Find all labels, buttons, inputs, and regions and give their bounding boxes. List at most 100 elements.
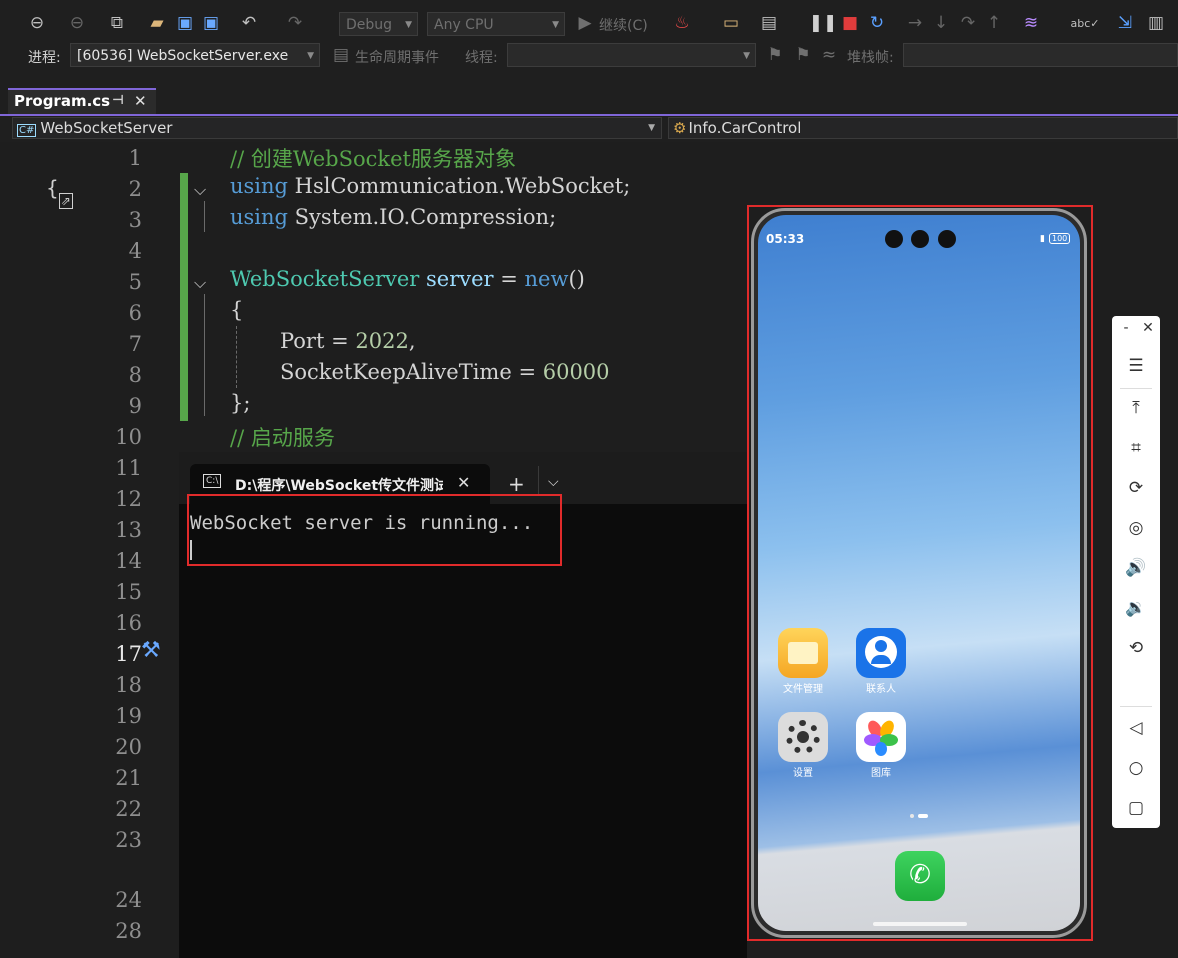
code-lens-icon[interactable]: {⇗ <box>46 176 73 209</box>
code-line-5[interactable]: WebSocketServer server = new() <box>230 267 585 291</box>
diagnostics-icon[interactable]: ≋ <box>1018 10 1044 36</box>
step-out-icon[interactable]: ↑ <box>981 10 1007 36</box>
chevron-down-icon[interactable]: ⌵ <box>548 474 559 490</box>
collapse-chevron-icon[interactable]: ⌵ <box>194 180 206 200</box>
flag-icon[interactable]: ⚑ <box>762 43 788 67</box>
code-line-2[interactable]: using HslCommunication.WebSocket; <box>230 174 630 198</box>
tab-program-cs[interactable]: Program.cs ⊣ ✕ <box>8 88 156 114</box>
code-line-10[interactable]: // 启动服务 <box>230 422 335 452</box>
hot-reload-icon[interactable]: ♨ <box>669 10 695 36</box>
feedback-icon[interactable]: ▥ <box>1143 10 1169 36</box>
open-folder-icon[interactable]: ▰ <box>144 10 170 36</box>
contacts-app-icon[interactable] <box>856 628 906 678</box>
divider <box>1120 706 1152 707</box>
process-label: 进程: <box>28 50 61 66</box>
line-number: 3 <box>128 208 142 232</box>
camera-cutout <box>938 230 956 248</box>
project-dropdown[interactable]: C# WebSocketServer ▼ <box>12 117 662 139</box>
play-icon[interactable]: ▶ <box>572 10 598 36</box>
rotate-icon[interactable]: ⟳ <box>1112 478 1160 498</box>
app-label: 联系人 <box>866 684 896 695</box>
line-number: 15 <box>115 580 142 604</box>
line-number: 2 <box>128 177 142 201</box>
new-tab-icon[interactable]: + <box>508 472 525 496</box>
stackframe-dropdown[interactable] <box>903 43 1178 67</box>
save-icon[interactable]: ▣ <box>172 10 198 36</box>
code-line-9[interactable]: }; <box>230 391 250 415</box>
line-number: 18 <box>115 673 142 697</box>
rotate-screen-icon[interactable]: ⟲ <box>1112 638 1160 658</box>
code-line-7[interactable]: Port = 2022, <box>280 329 416 353</box>
files-app-icon[interactable] <box>778 628 828 678</box>
screen-record-icon[interactable]: ◎ <box>1112 518 1160 538</box>
step-over-icon[interactable]: ↷ <box>955 10 981 36</box>
line-number: 11 <box>115 456 142 480</box>
continue-button[interactable]: 继续(C) <box>599 15 648 35</box>
member-dropdown[interactable]: ⚙ Info.CarControl <box>668 117 1178 139</box>
menu-icon[interactable]: ☰ <box>1112 356 1160 376</box>
lifecycle-dropdown[interactable]: 生命周期事件 <box>355 47 439 67</box>
line-number: 9 <box>128 394 142 418</box>
line-number: 22 <box>115 797 142 821</box>
csharp-icon: C# <box>17 124 37 137</box>
thread-label: 线程: <box>465 50 498 66</box>
divider <box>538 466 539 494</box>
phone-screen[interactable]: 05:33 ▮ 100 文件管理 联系人 设置 图库 ✆ <box>758 215 1080 931</box>
pin-top-icon[interactable]: ⤒ <box>1112 398 1160 418</box>
restart-icon[interactable]: ↻ <box>864 10 890 36</box>
config-dropdown[interactable]: Debug ▼ <box>339 12 418 36</box>
layout-icon[interactable]: ▤ <box>756 10 782 36</box>
close-icon[interactable]: ✕ <box>1124 320 1172 336</box>
close-tab-icon[interactable]: ✕ <box>134 90 147 112</box>
forward-icon[interactable]: ⊖ <box>64 10 90 36</box>
line-number: 6 <box>128 301 142 325</box>
line-number: 19 <box>115 704 142 728</box>
platform-dropdown[interactable]: Any CPU ▼ <box>427 12 565 36</box>
save-all-icon[interactable]: ▣ <box>198 10 224 36</box>
collapse-chevron-icon[interactable]: ⌵ <box>194 273 206 293</box>
camera-cutout <box>885 230 903 248</box>
process-dropdown[interactable]: [60536] WebSocketServer.exe ▼ <box>70 43 320 67</box>
folder-icon[interactable]: ▭ <box>718 10 744 36</box>
gallery-app-icon[interactable] <box>856 712 906 762</box>
live-share-icon[interactable]: ⇲ <box>1112 10 1138 36</box>
step-into-icon[interactable]: ↓ <box>928 10 954 36</box>
recents-nav-icon[interactable]: ▢ <box>1112 798 1160 818</box>
line-number: 24 <box>115 888 142 912</box>
home-nav-icon[interactable]: ○ <box>1112 758 1160 778</box>
redo-icon[interactable]: ↷ <box>282 10 308 36</box>
code-line-6[interactable]: { <box>230 298 243 322</box>
volume-up-icon[interactable]: 🔊 <box>1112 558 1160 578</box>
spell-check-icon[interactable]: abc✓ <box>1071 10 1100 36</box>
line-number: 21 <box>115 766 142 790</box>
code-line-1[interactable]: // 创建WebSocket服务器对象 <box>230 143 516 173</box>
class-icon: ⚙ <box>673 119 687 137</box>
phone-app-icon[interactable]: ✆ <box>895 851 945 901</box>
code-line-3[interactable]: using System.IO.Compression; <box>230 205 556 229</box>
code-line-8[interactable]: SocketKeepAliveTime = 60000 <box>280 360 610 384</box>
screwdriver-icon[interactable]: ⚒ <box>141 638 161 663</box>
thread-flag-icon[interactable]: ⚑ <box>790 43 816 67</box>
new-project-icon[interactable]: ⧉ <box>104 10 130 36</box>
status-time: 05:33 <box>766 232 805 246</box>
undo-icon[interactable]: ↶ <box>236 10 262 36</box>
show-next-statement-icon[interactable]: → <box>902 10 928 36</box>
back-icon[interactable]: ⊖ <box>24 10 50 36</box>
settings-app-icon[interactable] <box>778 712 828 762</box>
stop-icon[interactable]: ■ <box>837 10 863 36</box>
home-indicator[interactable] <box>873 922 967 926</box>
camera-cutout <box>911 230 929 248</box>
app-label: 文件管理 <box>783 684 823 695</box>
back-nav-icon[interactable]: ◁ <box>1112 718 1160 738</box>
pause-icon[interactable]: ❚❚ <box>809 10 838 36</box>
thread-dropdown[interactable]: ▼ <box>507 43 756 67</box>
parallel-icon[interactable]: ≈ <box>816 43 842 67</box>
mirror-control-panel: - ✕ ☰ ⤒ ⌗ ⟳ ◎ 🔊 🔉 ⟲ ◁ ○ ▢ <box>1112 316 1160 828</box>
fold-guide <box>204 294 206 416</box>
lifecycle-icon: ▤ <box>332 45 350 65</box>
crop-icon[interactable]: ⌗ <box>1112 438 1160 458</box>
line-number-current: 17 <box>115 642 142 666</box>
close-terminal-tab-icon[interactable]: ✕ <box>457 473 470 492</box>
volume-down-icon[interactable]: 🔉 <box>1112 598 1160 618</box>
pin-icon[interactable]: ⊣ <box>112 90 124 112</box>
